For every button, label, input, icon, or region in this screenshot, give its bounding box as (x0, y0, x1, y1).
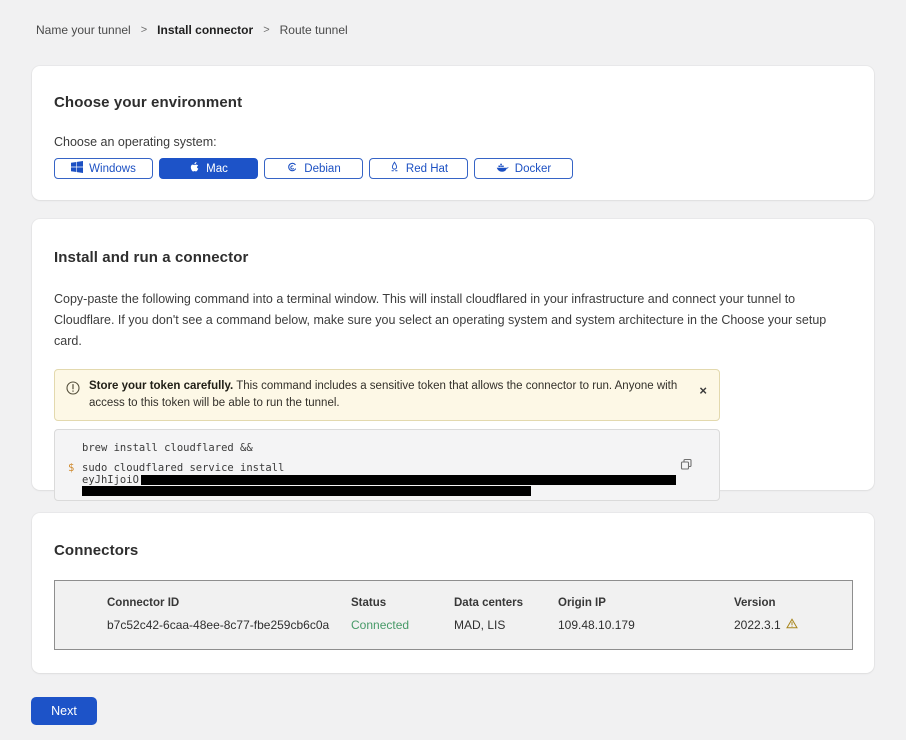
breadcrumb: Name your tunnel > Install connector > R… (36, 23, 348, 37)
install-card-title: Install and run a connector (54, 249, 852, 266)
version-value: 2022.3.1 (734, 618, 852, 632)
data-centers-value: MAD, LIS (454, 618, 558, 632)
os-button-debian[interactable]: Debian (264, 158, 363, 179)
redacted-token-bar (141, 475, 676, 485)
next-button[interactable]: Next (31, 697, 97, 725)
tunnel-setup-page: Name your tunnel > Install connector > R… (0, 0, 906, 740)
connectors-table: Connector ID Status Data centers Origin … (54, 580, 853, 650)
breadcrumb-separator: > (141, 24, 147, 36)
redacted-token-bar (82, 486, 531, 496)
environment-card-title: Choose your environment (54, 94, 852, 111)
origin-ip-value: 109.48.10.179 (558, 618, 734, 632)
debian-icon (286, 161, 298, 176)
shell-prompt: $ (68, 462, 74, 475)
command-line-2: $sudo cloudflared service install (82, 462, 719, 475)
breadcrumb-route-tunnel[interactable]: Route tunnel (280, 23, 348, 37)
breadcrumb-separator: > (263, 24, 269, 36)
os-button-label: Debian (304, 163, 340, 175)
os-button-label: Red Hat (406, 163, 448, 175)
os-button-label: Mac (206, 163, 228, 175)
col-connector-id: Connector ID (107, 597, 351, 609)
os-select-label: Choose an operating system: (54, 135, 852, 149)
os-button-windows[interactable]: Windows (54, 158, 153, 179)
col-data-centers: Data centers (454, 597, 558, 609)
col-origin-ip: Origin IP (558, 597, 734, 609)
apple-icon (189, 161, 200, 177)
command-text: sudo cloudflared service install (82, 462, 284, 474)
token-line-2 (82, 486, 719, 496)
redhat-icon (389, 161, 400, 176)
connectors-card: Connectors Connector ID Status Data cent… (32, 513, 874, 673)
choose-environment-card: Choose your environment Choose an operat… (32, 66, 874, 200)
warning-title: Store your token carefully. (89, 380, 233, 392)
os-button-redhat[interactable]: Red Hat (369, 158, 468, 179)
os-button-mac[interactable]: Mac (159, 158, 258, 179)
status-badge: Connected (351, 618, 454, 632)
copy-icon[interactable] (678, 456, 695, 476)
connectors-table-header: Connector ID Status Data centers Origin … (107, 597, 852, 609)
windows-icon (71, 161, 83, 176)
docker-icon (496, 162, 509, 176)
install-description: Copy-paste the following command into a … (54, 289, 849, 352)
install-connector-card: Install and run a connector Copy-paste t… (32, 219, 874, 490)
token-line: eyJhIjoiO (82, 475, 719, 486)
breadcrumb-name-your-tunnel[interactable]: Name your tunnel (36, 23, 131, 37)
token-warning-banner: Store your token carefully. This command… (54, 369, 720, 421)
os-button-docker[interactable]: Docker (474, 158, 573, 179)
col-status: Status (351, 597, 454, 609)
warning-triangle-icon (786, 618, 798, 632)
close-icon[interactable]: × (697, 378, 709, 403)
os-button-label: Docker (515, 163, 551, 175)
os-button-label: Windows (89, 163, 136, 175)
col-version: Version (734, 597, 852, 609)
warning-message: Store your token carefully. This command… (89, 378, 681, 412)
token-prefix: eyJhIjoiO (82, 474, 139, 486)
alert-circle-icon (66, 381, 80, 400)
connectors-table-row: b7c52c42-6caa-48ee-8c77-fbe259cb6c0a Con… (107, 618, 852, 632)
connectors-card-title: Connectors (54, 542, 852, 559)
breadcrumb-install-connector[interactable]: Install connector (157, 23, 253, 37)
os-button-group: Windows Mac Debian (54, 158, 852, 179)
connector-id-value: b7c52c42-6caa-48ee-8c77-fbe259cb6c0a (107, 618, 351, 632)
version-number: 2022.3.1 (734, 618, 781, 632)
command-block: brew install cloudflared && $sudo cloudf… (54, 429, 720, 501)
command-line-1: brew install cloudflared && (82, 441, 719, 456)
